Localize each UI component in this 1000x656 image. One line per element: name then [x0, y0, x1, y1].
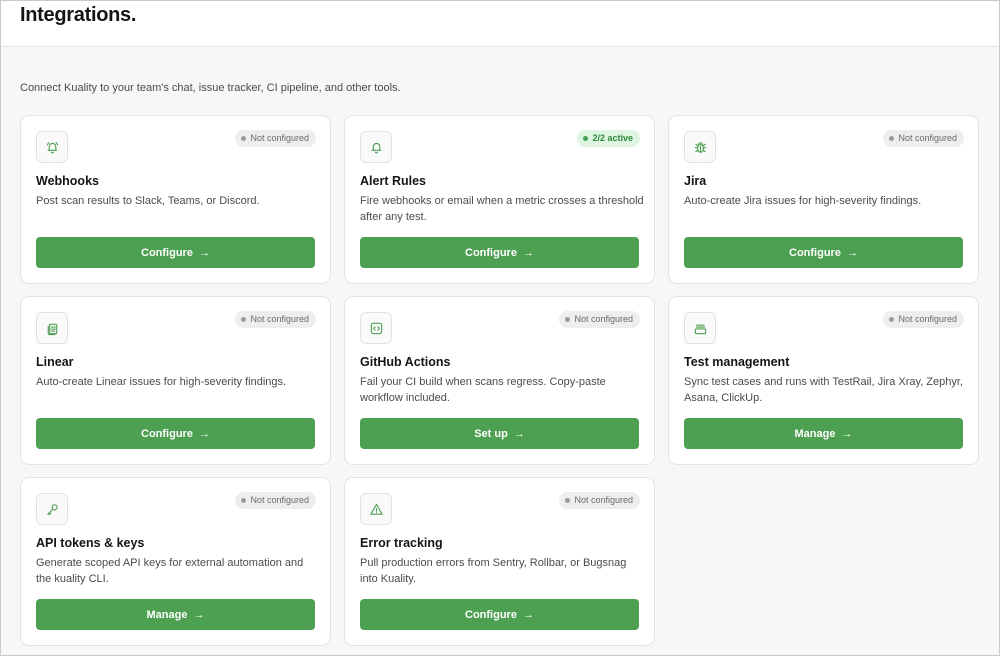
- card-description: Fail your CI build when scans regress. C…: [360, 376, 606, 404]
- status-badge-label: Not configured: [250, 314, 309, 324]
- card-linear: Not configured Linear Auto-create Linear…: [20, 296, 331, 465]
- header-bar: Integrations.: [1, 1, 999, 47]
- card-webhooks: Not configured Webhooks Post scan result…: [20, 115, 331, 284]
- button-label: Manage: [794, 427, 836, 440]
- arrow-right-icon: →: [846, 246, 858, 259]
- card-description: Sync test cases and runs with TestRail, …: [684, 376, 963, 404]
- status-badge-label: Not configured: [574, 495, 633, 505]
- arrow-right-icon: →: [193, 608, 205, 621]
- configure-jira-button[interactable]: Configure →: [684, 237, 963, 268]
- card-title: Linear: [36, 355, 74, 369]
- status-dot: [889, 136, 895, 141]
- card-description: Post scan results to Slack, Teams, or Di…: [36, 195, 260, 207]
- card-title: API tokens & keys: [36, 536, 145, 550]
- integrations-page: Integrations. Connect Kuality to your te…: [0, 0, 1000, 656]
- card-title: Error tracking: [360, 536, 443, 550]
- status-badge: Not configured: [559, 311, 640, 328]
- manage-api-tokens-button[interactable]: Manage →: [36, 599, 315, 630]
- bell-icon: [360, 131, 392, 163]
- status-dot: [889, 317, 895, 322]
- page-title: Integrations.: [20, 4, 137, 26]
- key-icon: [36, 493, 68, 525]
- status-badge: Not configured: [235, 130, 316, 147]
- status-dot: [241, 498, 247, 503]
- card-error-tracking: Not configured Error tracking Pull produ…: [344, 477, 655, 646]
- status-dot: [565, 317, 571, 322]
- status-dot: [241, 136, 247, 141]
- button-label: Configure: [465, 608, 517, 621]
- configure-error-tracking-button[interactable]: Configure →: [360, 599, 639, 630]
- bug-icon: [684, 131, 716, 163]
- status-badge-label: Not configured: [898, 314, 957, 324]
- card-title: Jira: [684, 174, 707, 188]
- status-badge: Not configured: [883, 130, 964, 147]
- card-description: Fire webhooks or email when a metric cro…: [360, 195, 644, 223]
- configure-alert-rules-button[interactable]: Configure →: [360, 237, 639, 268]
- manage-test-management-button[interactable]: Manage →: [684, 418, 963, 449]
- status-badge: Not configured: [235, 492, 316, 509]
- button-label: Configure: [141, 427, 193, 440]
- card-title: GitHub Actions: [360, 355, 451, 369]
- arrow-right-icon: →: [522, 608, 534, 621]
- status-badge-label: Not configured: [250, 133, 309, 143]
- button-label: Configure: [141, 246, 193, 259]
- status-badge: Not configured: [883, 311, 964, 328]
- status-dot: [241, 317, 247, 322]
- card-description: Generate scoped API keys for external au…: [36, 557, 304, 585]
- code-icon: [360, 312, 392, 344]
- card-description: Auto-create Linear issues for high-sever…: [36, 376, 287, 388]
- warning-icon: [360, 493, 392, 525]
- webhook-bell-icon: [36, 131, 68, 163]
- arrow-right-icon: →: [198, 427, 210, 440]
- card-title: Alert Rules: [360, 174, 426, 188]
- status-badge-label: 2/2 active: [592, 133, 633, 143]
- card-description: Pull production errors from Sentry, Roll…: [360, 557, 627, 585]
- arrow-right-icon: →: [841, 427, 853, 440]
- card-test-management: Not configured Test management Sync test…: [668, 296, 979, 465]
- status-dot: [565, 498, 571, 503]
- arrow-right-icon: →: [198, 246, 210, 259]
- archive-icon: [684, 312, 716, 344]
- clipboard-icon: [36, 312, 68, 344]
- button-label: Set up: [474, 427, 508, 440]
- status-badge-label: Not configured: [250, 495, 309, 505]
- button-label: Configure: [789, 246, 841, 259]
- status-badge: Not configured: [235, 311, 316, 328]
- status-badge-label: Not configured: [574, 314, 633, 324]
- card-github-actions: Not configured GitHub Actions Fail your …: [344, 296, 655, 465]
- configure-linear-button[interactable]: Configure →: [36, 418, 315, 449]
- card-alert-rules: 2/2 active Alert Rules Fire webhooks or …: [344, 115, 655, 284]
- card-api-tokens: Not configured API tokens & keys Generat…: [20, 477, 331, 646]
- arrow-right-icon: →: [522, 246, 534, 259]
- card-title: Test management: [684, 355, 790, 369]
- status-badge-label: Not configured: [898, 133, 957, 143]
- card-jira: Not configured Jira Auto-create Jira iss…: [668, 115, 979, 284]
- status-badge: 2/2 active: [577, 130, 640, 147]
- button-label: Configure: [465, 246, 517, 259]
- card-title: Webhooks: [36, 174, 99, 188]
- arrow-right-icon: →: [513, 427, 525, 440]
- configure-webhooks-button[interactable]: Configure →: [36, 237, 315, 268]
- page-subtitle: Connect Kuality to your team's chat, iss…: [20, 82, 401, 94]
- button-label: Manage: [146, 608, 188, 621]
- status-badge: Not configured: [559, 492, 640, 509]
- status-dot: [583, 136, 589, 141]
- set-up-github-actions-button[interactable]: Set up →: [360, 418, 639, 449]
- card-description: Auto-create Jira issues for high-severit…: [684, 195, 922, 207]
- integrations-grid: Not configured Webhooks Post scan result…: [20, 115, 979, 646]
